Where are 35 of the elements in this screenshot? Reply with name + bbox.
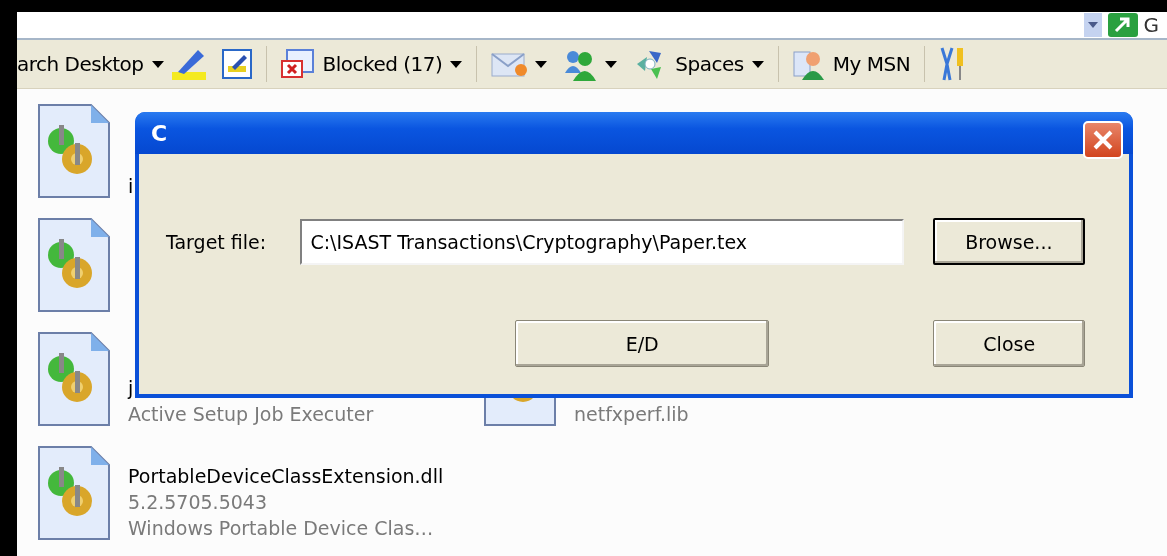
file-gear-icon bbox=[37, 331, 111, 427]
file-detail: netfxperf.lib bbox=[574, 402, 689, 427]
file-gear-icon bbox=[37, 217, 111, 313]
dropdown-caret-icon[interactable] bbox=[535, 60, 548, 68]
person-card-icon[interactable] bbox=[792, 48, 825, 80]
go-label[interactable]: G bbox=[1143, 13, 1159, 37]
toolbar-label[interactable]: Spaces bbox=[675, 52, 744, 76]
blocked-window-icon[interactable] bbox=[280, 49, 315, 79]
file-detail: Windows Portable Device Clas… bbox=[128, 516, 435, 541]
highlighter-icon[interactable] bbox=[171, 48, 206, 80]
file-detail: Active Setup Job Executer bbox=[128, 402, 374, 427]
dropdown-caret-icon[interactable] bbox=[751, 60, 764, 68]
file-gear-icon bbox=[37, 103, 111, 199]
browse-button[interactable]: Browse... bbox=[932, 218, 1085, 265]
edit-icon[interactable] bbox=[221, 49, 252, 79]
close-button[interactable] bbox=[1083, 121, 1123, 159]
toolbar-label[interactable]: arch Desktop bbox=[17, 52, 144, 76]
toolbar-label[interactable]: My MSN bbox=[832, 52, 911, 76]
close-icon[interactable] bbox=[1092, 129, 1114, 151]
file-detail: 5.2.5705.5043 bbox=[128, 490, 268, 515]
target-file-field[interactable]: C:\ISAST Transactions\Cryptography\Paper.tex bbox=[300, 218, 904, 265]
file-name[interactable]: PortableDeviceClassExtension.dll bbox=[128, 463, 444, 489]
dialog-title: C bbox=[151, 120, 168, 146]
dropdown-caret-icon[interactable] bbox=[151, 60, 164, 68]
dialog-button[interactable]: Close bbox=[933, 320, 1085, 367]
field-label: Target file: bbox=[166, 230, 268, 253]
caret-icon[interactable] bbox=[1087, 22, 1098, 28]
dropdown-caret-icon[interactable] bbox=[450, 60, 463, 68]
toolbar-label[interactable]: Blocked (17) bbox=[322, 52, 443, 76]
file-gear-icon bbox=[37, 445, 111, 541]
dropdown-caret-icon[interactable] bbox=[605, 60, 618, 68]
file-name[interactable]: i bbox=[128, 173, 134, 199]
action-button[interactable]: E/D bbox=[515, 320, 770, 367]
address-dropdown-button[interactable] bbox=[1083, 13, 1102, 37]
tools-icon[interactable] bbox=[939, 46, 966, 82]
